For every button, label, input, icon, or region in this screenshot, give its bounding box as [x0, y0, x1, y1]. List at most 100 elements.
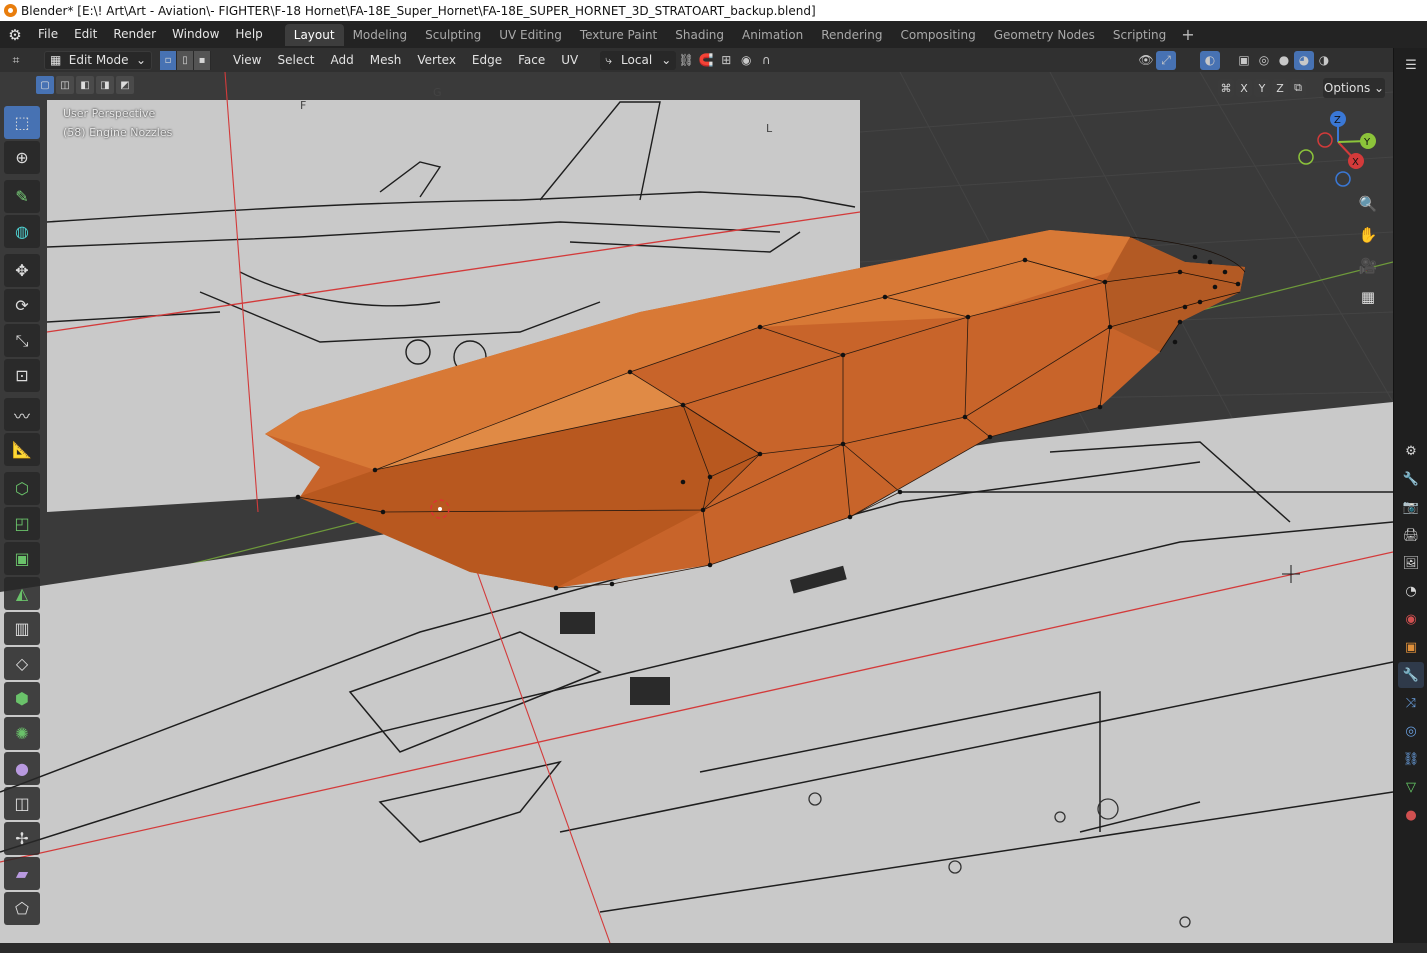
- select-box-new-icon[interactable]: ▢: [36, 76, 54, 94]
- options-dropdown[interactable]: Options ⌄: [1323, 78, 1385, 98]
- measure-tool[interactable]: 📐: [4, 433, 40, 466]
- loop-cut-tool[interactable]: ◍: [4, 215, 40, 248]
- vertex-select-icon[interactable]: ▫: [160, 50, 177, 70]
- physics-icon[interactable]: ◎: [1398, 718, 1424, 744]
- transform-orientation-dropdown[interactable]: ⤷ Local ⌄: [600, 50, 677, 70]
- transform-tool[interactable]: ⊡: [4, 359, 40, 392]
- tab-modeling[interactable]: Modeling: [344, 24, 417, 46]
- constraints-icon[interactable]: ⛓: [1398, 746, 1424, 772]
- gizmo-toggle-icon[interactable]: ⤢: [1156, 50, 1176, 70]
- editor-type-icon[interactable]: ⌗: [6, 51, 26, 70]
- menu-window[interactable]: Window: [164, 21, 227, 48]
- material-shading-icon[interactable]: ◕: [1294, 50, 1314, 70]
- tab-compositing[interactable]: Compositing: [891, 24, 984, 46]
- solid-shading-icon[interactable]: ●: [1274, 51, 1294, 70]
- header-menu-face[interactable]: Face: [510, 53, 553, 67]
- add-workspace-icon[interactable]: +: [1175, 25, 1200, 44]
- view-layer-icon[interactable]: 🖼: [1398, 550, 1424, 576]
- proportional-edit-icon[interactable]: ◉: [736, 51, 756, 70]
- properties-editor-icon[interactable]: ⚙: [1398, 438, 1424, 464]
- scale-tool[interactable]: ⤡: [4, 324, 40, 357]
- tab-animation[interactable]: Animation: [733, 24, 812, 46]
- edge-slide-tool[interactable]: ◫: [4, 787, 40, 820]
- select-box-tool[interactable]: ⬚: [4, 106, 40, 139]
- zoom-icon[interactable]: 🔍: [1354, 190, 1382, 218]
- cursor-tool[interactable]: ⊕: [4, 141, 40, 174]
- pan-hand-icon[interactable]: ✋: [1354, 221, 1382, 249]
- modifier-properties-icon[interactable]: 🔧: [1398, 662, 1424, 688]
- menu-edit[interactable]: Edit: [66, 21, 105, 48]
- axis-z-toggle[interactable]: Z: [1272, 79, 1288, 97]
- inset-tool[interactable]: ▣: [4, 542, 40, 575]
- object-properties-icon[interactable]: ▣: [1398, 634, 1424, 660]
- axis-x-toggle[interactable]: X: [1236, 79, 1252, 97]
- spin-tool[interactable]: ✺: [4, 717, 40, 750]
- falloff-icon[interactable]: ∩: [756, 51, 776, 70]
- axis-y-toggle[interactable]: Y: [1254, 79, 1270, 97]
- move-tool[interactable]: ✥: [4, 254, 40, 287]
- extrude-tool[interactable]: ◰: [4, 507, 40, 540]
- select-box-intersect-icon[interactable]: ◩: [116, 76, 134, 94]
- poly-build-tool[interactable]: ⬢: [4, 682, 40, 715]
- header-menu-add[interactable]: Add: [323, 53, 362, 67]
- tab-scripting[interactable]: Scripting: [1104, 24, 1175, 46]
- overlay-toggle-icon[interactable]: ◐: [1200, 50, 1220, 70]
- snap-target-icon[interactable]: ⊞: [716, 51, 736, 70]
- header-menu-select[interactable]: Select: [269, 53, 322, 67]
- tab-sculpting[interactable]: Sculpting: [416, 24, 490, 46]
- rotate-tool[interactable]: ⟳: [4, 289, 40, 322]
- xray-toggle-icon[interactable]: ▣: [1234, 51, 1254, 70]
- visibility-icon[interactable]: 👁: [1136, 51, 1156, 70]
- object-data-icon[interactable]: ▽: [1398, 774, 1424, 800]
- loop-cut-slide-tool[interactable]: ▥: [4, 612, 40, 645]
- select-box-subtract-icon[interactable]: ◧: [76, 76, 94, 94]
- menu-file[interactable]: File: [30, 21, 66, 48]
- pivot-point-icon[interactable]: ⛓: [676, 51, 696, 70]
- auto-merge-icon[interactable]: ⧉: [1290, 79, 1306, 97]
- tab-layout[interactable]: Layout: [284, 23, 344, 46]
- tab-uv-editing[interactable]: UV Editing: [490, 24, 571, 46]
- scene-properties-icon[interactable]: ◔: [1398, 578, 1424, 604]
- wireframe-shading-icon[interactable]: ◎: [1254, 51, 1274, 70]
- smooth-tool[interactable]: ●: [4, 752, 40, 785]
- header-menu-uv[interactable]: UV: [553, 53, 586, 67]
- rip-tool[interactable]: ⬠: [4, 892, 40, 925]
- particles-icon[interactable]: ⤨: [1398, 690, 1424, 716]
- blender-menu-icon[interactable]: ⚙: [0, 21, 30, 48]
- menu-help[interactable]: Help: [227, 21, 270, 48]
- top-menu-bar: ⚙ File Edit Render Window Help Layout Mo…: [0, 21, 1427, 48]
- bevel-tool[interactable]: ◭: [4, 577, 40, 610]
- select-box-extend-icon[interactable]: ◫: [56, 76, 74, 94]
- tab-geometry-nodes[interactable]: Geometry Nodes: [985, 24, 1104, 46]
- knife-tool[interactable]: ◇: [4, 647, 40, 680]
- header-menu-view[interactable]: View: [225, 53, 269, 67]
- shrink-tool[interactable]: ✢: [4, 822, 40, 855]
- annotate-tool[interactable]: ✎: [4, 180, 40, 213]
- world-properties-icon[interactable]: ◉: [1398, 606, 1424, 632]
- 3d-viewport[interactable]: F G L Z Y X: [0, 72, 1393, 943]
- header-menu-edge[interactable]: Edge: [464, 53, 510, 67]
- face-select-icon[interactable]: ▪: [194, 50, 211, 70]
- rendered-shading-icon[interactable]: ◑: [1314, 51, 1334, 70]
- tab-texture-paint[interactable]: Texture Paint: [571, 24, 666, 46]
- header-menu-mesh[interactable]: Mesh: [362, 53, 410, 67]
- tool-properties-icon[interactable]: 🔧: [1398, 466, 1424, 492]
- select-box-invert-icon[interactable]: ◨: [96, 76, 114, 94]
- perspective-toggle-icon[interactable]: ▦: [1354, 283, 1382, 311]
- render-properties-icon[interactable]: 📷: [1398, 494, 1424, 520]
- snap-icon[interactable]: 🧲: [696, 51, 716, 70]
- output-properties-icon[interactable]: 🖨: [1398, 522, 1424, 548]
- tab-shading[interactable]: Shading: [666, 24, 733, 46]
- menu-render[interactable]: Render: [105, 21, 164, 48]
- camera-view-icon[interactable]: 🎥: [1354, 252, 1382, 280]
- header-menu-vertex[interactable]: Vertex: [409, 53, 464, 67]
- mode-dropdown[interactable]: ▦ Edit Mode ⌄: [44, 50, 152, 70]
- edge-select-icon[interactable]: ▯: [177, 50, 194, 70]
- tab-rendering[interactable]: Rendering: [812, 24, 891, 46]
- add-cube-tool[interactable]: ⬡: [4, 472, 40, 505]
- material-icon[interactable]: ●: [1398, 802, 1424, 828]
- shear-tool[interactable]: ▰: [4, 857, 40, 890]
- mirror-toggle-icon[interactable]: ⌘: [1218, 79, 1234, 97]
- outliner-editor-icon[interactable]: ☰: [1398, 52, 1424, 78]
- annotate-line-tool[interactable]: 〰: [4, 398, 40, 431]
